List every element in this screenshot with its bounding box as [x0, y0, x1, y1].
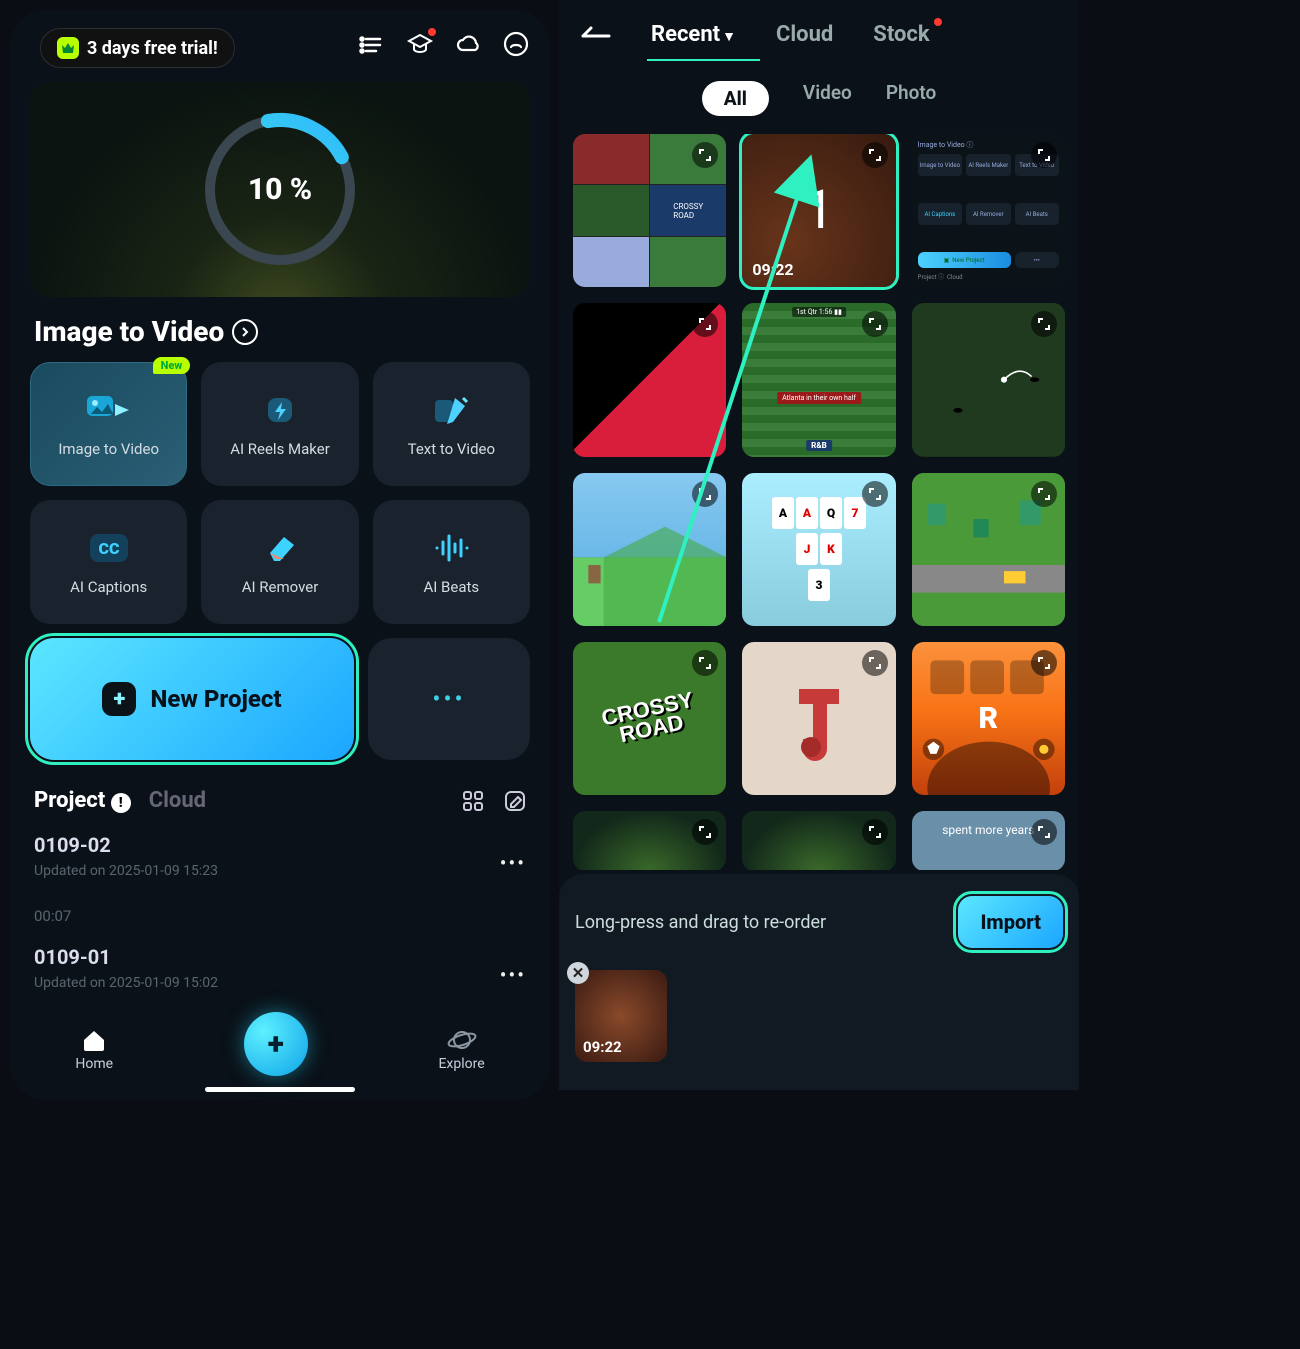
media-thumb[interactable]: spent more years: [912, 811, 1065, 870]
home-screen: 3 days free trial! 10 % Image to Video: [10, 10, 550, 1100]
selected-tray: ✕ 09:22: [575, 970, 1063, 1062]
filter-all[interactable]: All: [702, 81, 769, 116]
chevron-right-icon: [232, 319, 258, 345]
expand-icon[interactable]: [862, 311, 888, 337]
promo-banner[interactable]: 10 %: [30, 82, 530, 297]
feature-ai-remover[interactable]: AI Remover: [201, 500, 358, 624]
feature-ai-captions[interactable]: CC AI Captions: [30, 500, 187, 624]
badge-new: New: [153, 357, 191, 374]
picker-header: Recent▼ Cloud Stock: [559, 0, 1079, 47]
tab-project[interactable]: Project !: [34, 788, 131, 813]
duration-label: 09:22: [583, 1038, 622, 1056]
bottom-nav: Home + Explore: [10, 1000, 550, 1100]
crown-icon: [57, 37, 79, 59]
selected-thumb[interactable]: ✕ 09:22: [575, 970, 667, 1062]
svg-text:CC: CC: [98, 539, 120, 558]
notification-dot: [428, 28, 436, 36]
planet-icon: [447, 1028, 477, 1052]
media-thumb[interactable]: [742, 811, 895, 870]
new-project-button[interactable]: + New Project: [30, 638, 354, 760]
tab-recent[interactable]: Recent▼: [651, 22, 736, 47]
expand-icon[interactable]: [1031, 650, 1057, 676]
media-thumb-selected[interactable]: 1 09:22: [742, 134, 895, 287]
bolt-icon: [256, 390, 304, 430]
media-thumb[interactable]: [912, 473, 1065, 626]
home-indicator: [205, 1087, 355, 1092]
list-icon[interactable]: [358, 30, 386, 58]
project-more-icon[interactable]: •••: [500, 963, 526, 987]
media-thumb[interactable]: A A Q 7 J K 3: [742, 473, 895, 626]
media-thumb[interactable]: R: [912, 642, 1065, 795]
project-header: Project ! Cloud: [34, 788, 526, 813]
project-item[interactable]: 0109-02 Updated on 2025-01-09 15:23 00:0…: [34, 823, 526, 935]
nav-home[interactable]: Home: [75, 1028, 113, 1072]
project-item[interactable]: 0109-01 Updated on 2025-01-09 15:02 •••: [34, 935, 526, 1001]
media-thumb[interactable]: CROSSYROAD: [573, 134, 726, 287]
eraser-icon: [256, 528, 304, 568]
media-thumb[interactable]: [573, 303, 726, 456]
expand-icon[interactable]: [862, 650, 888, 676]
expand-icon[interactable]: [1031, 142, 1057, 168]
filter-row: All Video Photo: [559, 81, 1079, 116]
nav-explore[interactable]: Explore: [438, 1028, 484, 1072]
section-title[interactable]: Image to Video: [34, 315, 526, 348]
filter-photo[interactable]: Photo: [886, 81, 936, 116]
pen-icon: [427, 390, 475, 430]
expand-icon[interactable]: [862, 481, 888, 507]
expand-icon[interactable]: [692, 481, 718, 507]
nav-create-button[interactable]: +: [244, 1012, 308, 1076]
filter-video[interactable]: Video: [803, 81, 852, 116]
media-grid: CROSSYROAD 1 09:22 Image to Video ⓘ Imag…: [559, 134, 1079, 870]
back-icon[interactable]: [579, 25, 611, 45]
import-button[interactable]: Import: [958, 896, 1063, 948]
tab-cloud[interactable]: Cloud: [776, 22, 833, 47]
media-thumb[interactable]: [742, 642, 895, 795]
home-icon: [81, 1028, 107, 1052]
academy-icon[interactable]: [406, 30, 434, 58]
media-thumb[interactable]: 1st Qtr 1:56 ▮▮ Atlanta in their own hal…: [742, 303, 895, 456]
reorder-hint: Long-press and drag to re-order: [575, 912, 826, 933]
image-video-icon: [85, 390, 133, 430]
feature-ai-beats[interactable]: AI Beats: [373, 500, 530, 624]
header-icons: [358, 30, 530, 58]
media-thumb[interactable]: [912, 303, 1065, 456]
reorder-bar: Long-press and drag to re-order Import ✕…: [559, 874, 1079, 1090]
media-picker-screen: Recent▼ Cloud Stock All Video Photo CROS…: [559, 0, 1079, 1090]
tab-stock[interactable]: Stock: [873, 22, 929, 47]
profile-icon[interactable]: [502, 30, 530, 58]
project-more-icon[interactable]: •••: [500, 851, 526, 875]
project-list: 0109-02 Updated on 2025-01-09 15:23 00:0…: [34, 823, 526, 1001]
cloud-icon[interactable]: [454, 30, 482, 58]
duration-label: 09:22: [752, 260, 793, 279]
media-thumb[interactable]: Image to Video ⓘ Image to VideoAI Reels …: [912, 134, 1065, 287]
remove-icon[interactable]: ✕: [567, 962, 589, 984]
feature-text-to-video[interactable]: Text to Video: [373, 362, 530, 486]
notification-dot: [934, 18, 942, 26]
trial-text: 3 days free trial!: [87, 38, 218, 59]
beats-icon: [427, 528, 475, 568]
cc-icon: CC: [85, 528, 133, 568]
more-button[interactable]: •••: [368, 638, 530, 760]
action-row: + New Project •••: [30, 638, 530, 760]
plus-icon: +: [102, 682, 136, 716]
edit-icon[interactable]: [504, 790, 526, 812]
feature-image-to-video[interactable]: New Image to Video: [30, 362, 187, 486]
grid-view-icon[interactable]: [462, 790, 484, 812]
expand-icon[interactable]: [862, 142, 888, 168]
media-thumb[interactable]: [573, 811, 726, 870]
expand-icon[interactable]: [862, 819, 888, 845]
expand-icon[interactable]: [1031, 481, 1057, 507]
media-thumb[interactable]: CROSSYROAD: [573, 642, 726, 795]
progress-pct: 10 %: [195, 105, 365, 275]
feature-grid: New Image to Video AI Reels Maker Text t…: [30, 362, 530, 624]
progress-ring: 10 %: [195, 105, 365, 275]
media-thumb[interactable]: [573, 473, 726, 626]
feature-ai-reels[interactable]: AI Reels Maker: [201, 362, 358, 486]
tab-cloud-local[interactable]: Cloud: [149, 788, 206, 813]
trial-pill[interactable]: 3 days free trial!: [40, 28, 235, 68]
